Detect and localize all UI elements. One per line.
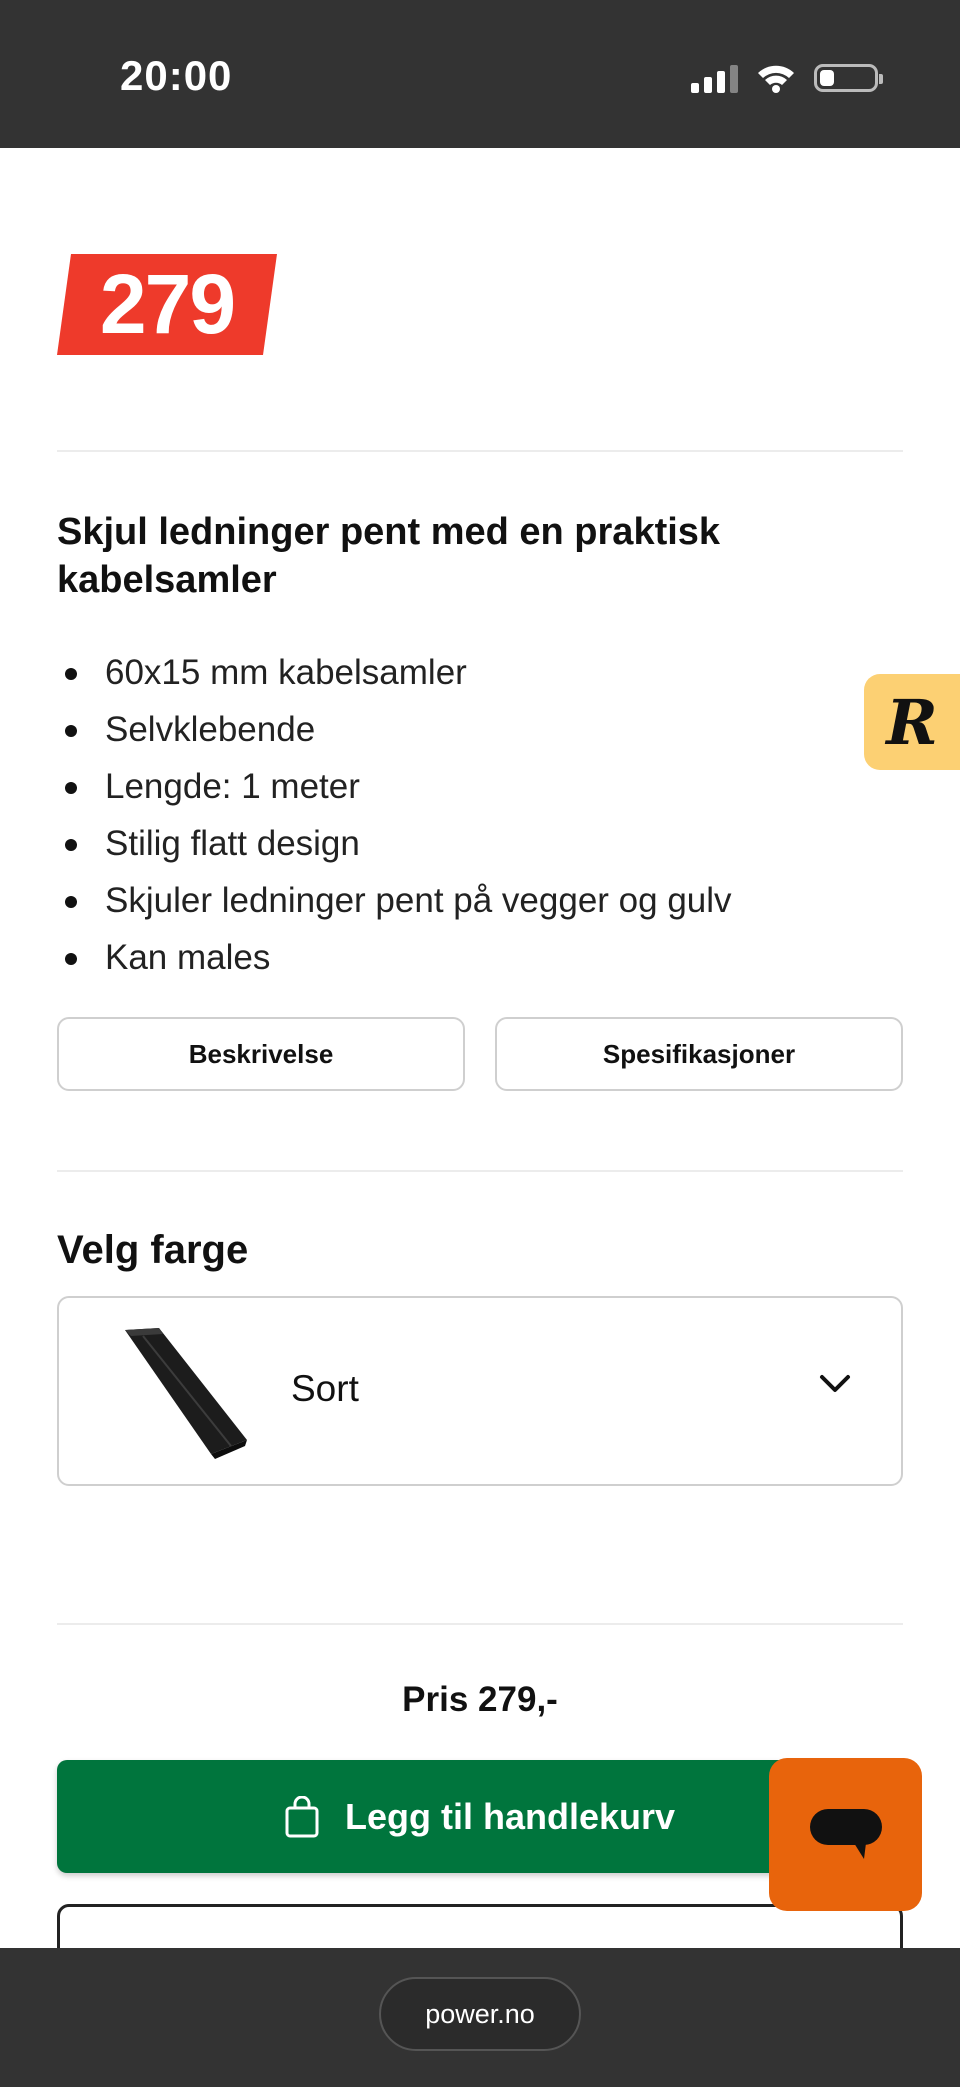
description-button[interactable]: Beskrivelse: [57, 1017, 465, 1091]
product-headline: Skjul ledninger pent med en praktisk kab…: [57, 511, 721, 601]
chat-button[interactable]: [769, 1758, 922, 1911]
status-bar: 20:00: [0, 0, 960, 148]
status-icons: [691, 58, 883, 98]
feature-item: Skjuler ledninger pent på vegger og gulv: [57, 872, 732, 929]
chat-icon: [809, 1808, 882, 1859]
color-section-title: Velg farge: [57, 1228, 249, 1272]
browser-bottom-bar: power.no: [0, 1948, 960, 2087]
shopping-bag-icon: [285, 1795, 319, 1837]
address-bar[interactable]: power.no: [379, 1977, 581, 2051]
specifications-button[interactable]: Spesifikasjoner: [495, 1017, 903, 1091]
battery-icon: [814, 64, 883, 92]
product-thumbnail: [125, 1328, 247, 1459]
signal-icon: [691, 63, 738, 93]
feature-item: Selvklebende: [57, 701, 732, 758]
feature-item: 60x15 mm kabelsamler: [57, 644, 732, 701]
feature-item: Lengde: 1 meter: [57, 758, 732, 815]
wifi-icon: [758, 65, 794, 93]
divider: [57, 1170, 903, 1172]
price-text: Pris 279,-: [402, 1680, 558, 1719]
chevron-down-icon: [820, 1375, 850, 1392]
add-to-cart-label: Legg til handlekurv: [344, 1795, 676, 1837]
color-select[interactable]: Sort: [57, 1296, 903, 1486]
feature-item: Stilig flatt design: [57, 815, 732, 872]
review-widget-badge[interactable]: R: [864, 674, 960, 770]
status-time: 20:00: [120, 52, 233, 99]
price-badge-value: 279: [99, 257, 236, 351]
price-badge: 279: [57, 254, 277, 355]
feature-list: 60x15 mm kabelsamler Selvklebende Lengde…: [57, 644, 732, 986]
divider: [57, 450, 903, 452]
feature-item: Kan males: [57, 929, 732, 986]
divider: [57, 1623, 903, 1625]
selected-color: Sort: [291, 1368, 359, 1409]
